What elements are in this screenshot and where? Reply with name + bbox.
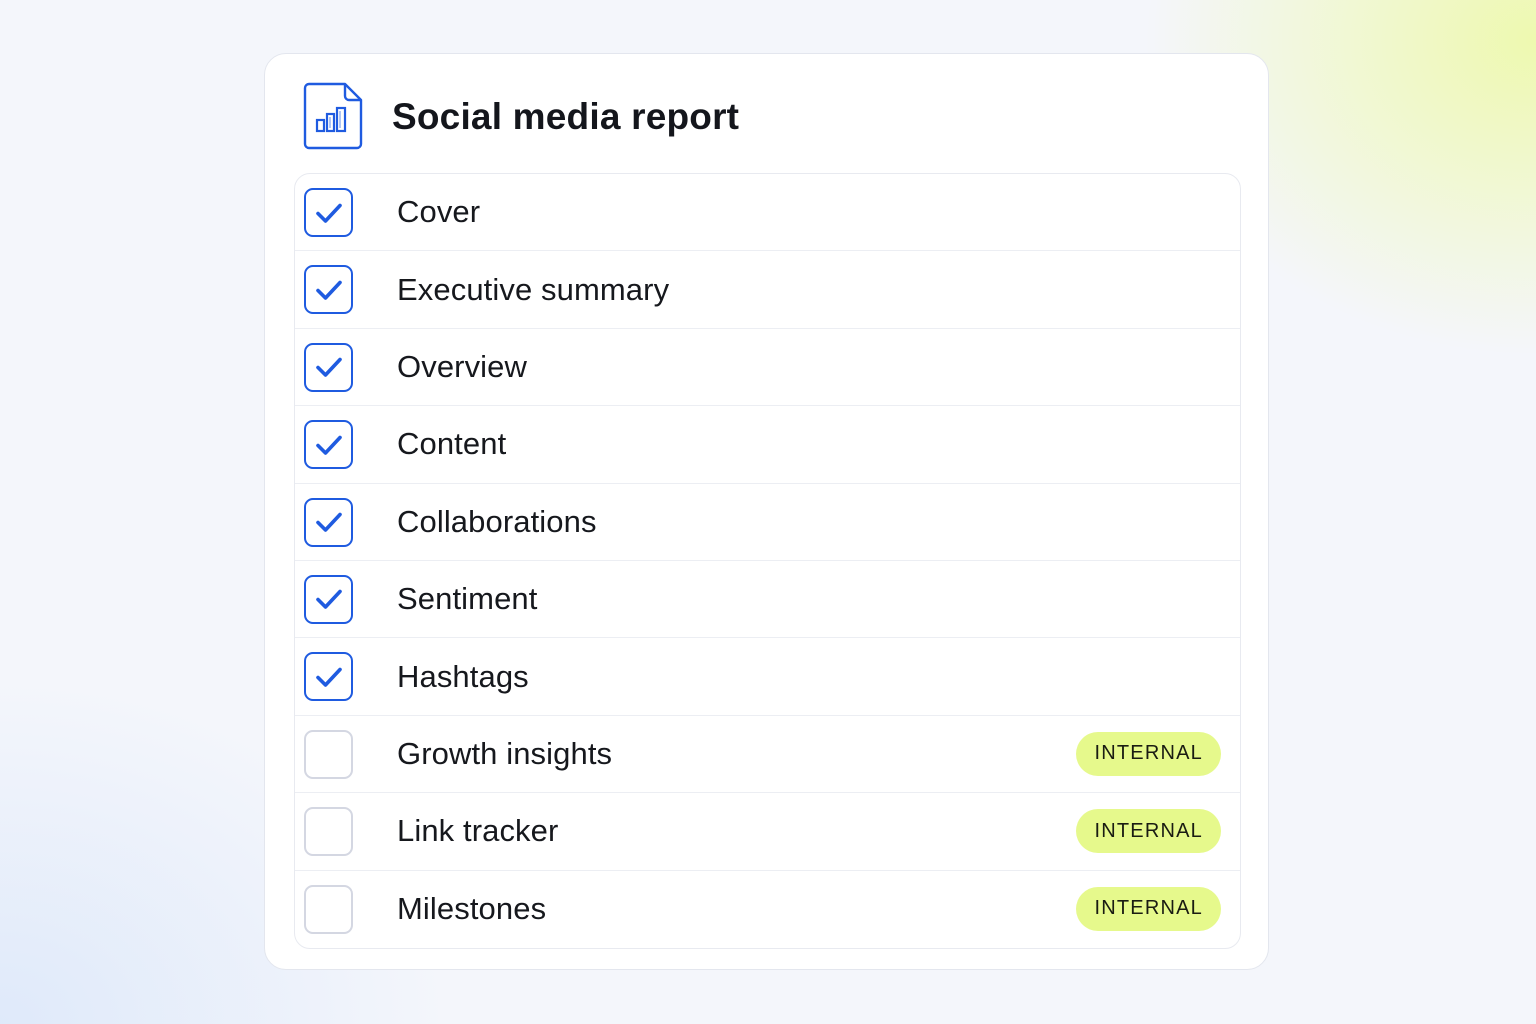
checklist-row-overview[interactable]: Overview bbox=[295, 329, 1240, 407]
checklist-row-executive-summary[interactable]: Executive summary bbox=[295, 251, 1240, 329]
checklist-row-growth-insights[interactable]: Growth insights INTERNAL bbox=[295, 716, 1240, 794]
checkmark-icon bbox=[315, 590, 342, 610]
checkbox[interactable] bbox=[304, 188, 353, 237]
checkmark-icon bbox=[315, 435, 342, 455]
checklist-item-label: Hashtags bbox=[397, 658, 529, 694]
checklist-item-label: Milestones bbox=[397, 891, 547, 927]
internal-badge: INTERNAL bbox=[1076, 809, 1221, 854]
checkbox[interactable] bbox=[304, 652, 353, 702]
checklist-row-collaborations[interactable]: Collaborations bbox=[295, 484, 1240, 561]
checkmark-icon bbox=[315, 667, 342, 687]
checkmark-icon bbox=[315, 280, 342, 300]
checklist-row-cover[interactable]: Cover bbox=[295, 174, 1240, 252]
checkmark-icon bbox=[315, 512, 342, 532]
checklist-item-label: Content bbox=[397, 426, 507, 462]
checkmark-icon bbox=[315, 357, 342, 378]
report-header: Social media report bbox=[265, 54, 1268, 174]
checkbox[interactable] bbox=[304, 497, 353, 547]
checklist-item-label: Executive summary bbox=[397, 271, 670, 307]
checklist-item-label: Sentiment bbox=[397, 581, 538, 617]
checklist-row-content[interactable]: Content bbox=[295, 406, 1240, 484]
checkbox[interactable] bbox=[304, 342, 353, 392]
checklist-item-label: Collaborations bbox=[397, 503, 597, 539]
checkbox[interactable] bbox=[304, 420, 353, 470]
internal-badge: INTERNAL bbox=[1076, 731, 1221, 776]
checklist-row-link-tracker[interactable]: Link tracker INTERNAL bbox=[295, 793, 1240, 871]
checkbox[interactable] bbox=[304, 884, 353, 934]
checklist-item-label: Cover bbox=[397, 194, 481, 230]
checkbox[interactable] bbox=[304, 729, 353, 779]
checklist-row-milestones[interactable]: Milestones INTERNAL bbox=[295, 871, 1240, 948]
checklist-row-hashtags[interactable]: Hashtags bbox=[295, 638, 1240, 716]
checklist-row-sentiment[interactable]: Sentiment bbox=[295, 561, 1240, 639]
report-card: Social media report Cover Executive summa… bbox=[264, 53, 1269, 970]
checkbox[interactable] bbox=[304, 265, 353, 315]
checklist-item-label: Link tracker bbox=[397, 813, 559, 849]
page-title: Social media report bbox=[392, 96, 740, 137]
checklist-item-label: Growth insights bbox=[397, 735, 613, 771]
chart-document-icon bbox=[303, 82, 363, 150]
section-checklist: Cover Executive summary Overview Content Col… bbox=[294, 173, 1241, 949]
internal-badge: INTERNAL bbox=[1076, 886, 1221, 931]
checkmark-icon bbox=[315, 203, 342, 223]
checkbox[interactable] bbox=[304, 807, 353, 857]
checkbox[interactable] bbox=[304, 574, 353, 624]
checklist-item-label: Overview bbox=[397, 348, 527, 384]
